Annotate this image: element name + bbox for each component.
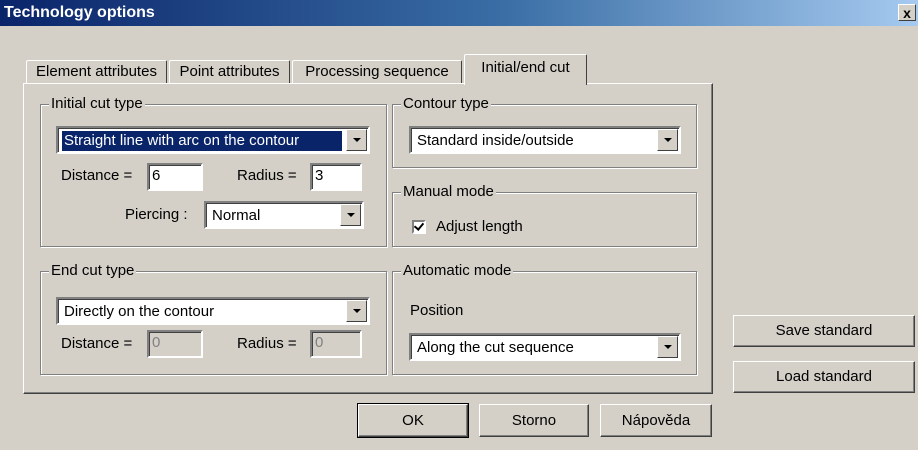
end-distance-field[interactable]: 0 [147, 330, 203, 358]
tab-panel: Initial cut type Straight line with arc … [23, 83, 713, 394]
chevron-down-icon[interactable] [340, 204, 361, 226]
end-radius-label: Radius = [237, 335, 297, 352]
help-button[interactable]: Nápověda [600, 404, 712, 437]
tab-label: Element attributes [36, 63, 157, 80]
load-standard-button[interactable]: Load standard [733, 361, 915, 393]
tab-processing-sequence[interactable]: Processing sequence [292, 60, 462, 84]
chevron-down-icon[interactable] [657, 129, 678, 151]
close-icon: x [903, 5, 911, 21]
adjust-length-label[interactable]: Adjust length [436, 217, 523, 237]
tab-element-attributes[interactable]: Element attributes [26, 60, 167, 84]
initial-radius-label: Radius = [237, 167, 297, 184]
tab-label: Initial/end cut [481, 59, 570, 76]
initial-distance-label: Distance = [61, 167, 133, 184]
ok-button[interactable]: OK [357, 403, 469, 438]
chevron-down-icon[interactable] [346, 300, 367, 322]
piercing-value: Normal [212, 207, 261, 224]
chevron-down-icon[interactable] [346, 129, 367, 151]
position-value: Along the cut sequence [417, 339, 574, 356]
contour-type-value: Standard inside/outside [417, 132, 574, 149]
close-button[interactable]: x [898, 4, 916, 21]
tab-label: Processing sequence [305, 63, 449, 80]
chevron-down-icon[interactable] [657, 336, 678, 358]
cancel-button[interactable]: Storno [479, 404, 589, 437]
end-radius-field[interactable]: 0 [310, 330, 362, 358]
tab-point-attributes[interactable]: Point attributes [169, 60, 290, 84]
contour-type-select[interactable]: Standard inside/outside [409, 126, 681, 154]
position-label: Position [410, 302, 464, 319]
adjust-length-checkbox[interactable] [412, 220, 426, 234]
end-distance-label: Distance = [61, 335, 133, 352]
initial-cut-type-select[interactable]: Straight line with arc on the contour [56, 126, 370, 154]
contour-type-legend: Contour type [401, 94, 491, 114]
position-select[interactable]: Along the cut sequence [409, 333, 681, 361]
end-cut-type-value: Directly on the contour [64, 303, 215, 320]
initial-radius-field[interactable]: 3 [310, 163, 362, 191]
manual-mode-group: Manual mode Adjust length [392, 182, 697, 247]
automatic-mode-legend: Automatic mode [401, 261, 514, 281]
window-title: Technology options [4, 4, 155, 21]
end-cut-group: End cut type Directly on the contour Dis… [40, 261, 387, 375]
initial-distance-field[interactable]: 6 [147, 163, 203, 191]
end-cut-legend: End cut type [49, 261, 137, 281]
tab-initial-end-cut[interactable]: Initial/end cut [464, 54, 587, 85]
initial-cut-legend: Initial cut type [49, 94, 145, 114]
save-standard-button[interactable]: Save standard [733, 315, 915, 347]
manual-mode-legend: Manual mode [401, 182, 496, 202]
tab-label: Point attributes [179, 63, 280, 80]
initial-cut-group: Initial cut type Straight line with arc … [40, 94, 387, 247]
automatic-mode-group: Automatic mode Position Along the cut se… [392, 261, 697, 375]
end-cut-type-select[interactable]: Directly on the contour [56, 297, 370, 325]
piercing-select[interactable]: Normal [204, 201, 364, 229]
contour-type-group: Contour type Standard inside/outside [392, 94, 697, 168]
piercing-label: Piercing : [125, 206, 188, 223]
title-bar: Technology options x [0, 0, 918, 26]
initial-cut-type-value: Straight line with arc on the contour [62, 131, 342, 151]
